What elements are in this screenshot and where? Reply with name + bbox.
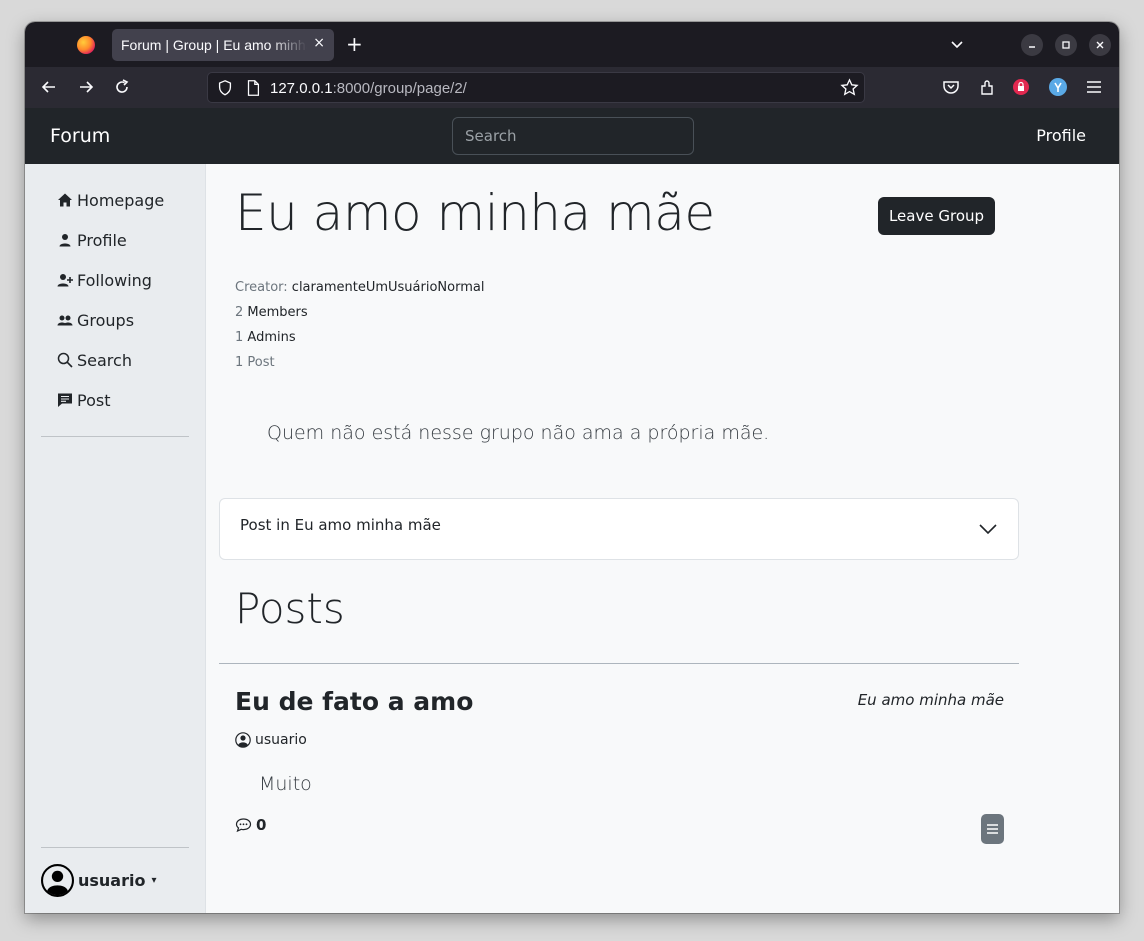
sidebar-item-groups[interactable]: Groups <box>57 308 134 332</box>
pocket-icon[interactable] <box>941 77 961 97</box>
web-page: Forum Profile Homepage Profile Following… <box>25 108 1119 913</box>
browser-toolbar: 127.0.0.1:8000/group/page/2/ <box>25 67 1119 108</box>
maximize-icon[interactable] <box>1055 34 1077 56</box>
lock-extension-icon[interactable] <box>1013 79 1029 95</box>
sidebar-item-search[interactable]: Search <box>57 348 132 372</box>
browser-tab[interactable]: Forum | Group | Eu amo minha mãe × <box>112 29 334 61</box>
chat-dots-icon <box>235 818 252 833</box>
leave-group-button[interactable]: Leave Group <box>878 197 995 235</box>
bookmark-star-icon[interactable] <box>840 78 859 97</box>
extensions-icon[interactable] <box>977 77 997 97</box>
tab-close-icon[interactable]: × <box>313 35 325 51</box>
main-content: Eu amo minha mãe Leave Group Creator: cl… <box>206 164 1119 913</box>
reload-icon[interactable] <box>112 77 132 97</box>
creator-link[interactable]: claramenteUmUsuárioNormal <box>292 280 485 295</box>
comment-count: 0 <box>256 816 267 834</box>
sidebar-divider <box>41 436 189 437</box>
group-title: Eu amo minha mãe <box>235 184 715 242</box>
browser-window: Forum | Group | Eu amo minha mãe × + 127… <box>25 22 1119 913</box>
group-admins[interactable]: 1 Admins <box>235 330 296 345</box>
group-description: Quem não está nesse grupo não ama a próp… <box>267 422 770 444</box>
chevron-down-icon <box>979 524 997 535</box>
accordion-label: Post in Eu amo minha mãe <box>240 516 441 534</box>
sidebar: Homepage Profile Following Groups Search… <box>25 164 206 913</box>
group-creator: Creator: claramenteUmUsuárioNormal <box>235 280 485 295</box>
sidebar-item-label: Search <box>77 350 132 370</box>
shield-icon[interactable] <box>216 79 234 97</box>
sidebar-item-following[interactable]: Following <box>57 268 152 292</box>
sidebar-item-profile[interactable]: Profile <box>57 228 127 252</box>
title-bar: Forum | Group | Eu amo minha mãe × + <box>25 22 1119 67</box>
posts-heading: Posts <box>235 584 345 633</box>
avatar <box>41 864 74 897</box>
page-icon <box>247 80 260 96</box>
url-text: 127.0.0.1:8000/group/page/2/ <box>270 80 467 97</box>
top-navbar: Forum Profile <box>25 108 1119 164</box>
search-icon <box>57 352 73 368</box>
minimize-icon[interactable] <box>1021 34 1043 56</box>
search-input[interactable] <box>452 117 694 155</box>
person-circle-icon <box>235 732 251 748</box>
new-tab-button[interactable]: + <box>346 32 363 56</box>
people-icon <box>57 315 73 326</box>
house-icon <box>58 193 72 207</box>
group-members[interactable]: 2 Members <box>235 305 308 320</box>
post-menu-button[interactable] <box>981 814 1004 844</box>
address-bar[interactable]: 127.0.0.1:8000/group/page/2/ <box>207 72 865 103</box>
posts-divider <box>219 663 1019 664</box>
sidebar-item-homepage[interactable]: Homepage <box>57 188 164 212</box>
sidebar-item-label: Groups <box>77 310 135 330</box>
back-arrow-icon[interactable] <box>39 77 59 97</box>
new-post-accordion[interactable]: Post in Eu amo minha mãe <box>219 498 1019 560</box>
post-body: Muito <box>259 773 312 795</box>
sidebar-divider <box>41 847 189 848</box>
sidebar-item-label: Profile <box>77 230 127 250</box>
person-plus-icon <box>57 274 73 287</box>
post-group-link[interactable]: Eu amo minha mãe <box>858 691 1004 709</box>
user-name: usuario <box>78 871 146 890</box>
tab-title: Forum | Group | Eu amo minha mãe <box>121 37 307 53</box>
post-comments[interactable]: 0 <box>235 816 266 834</box>
message-square-icon <box>58 393 72 407</box>
brand-link[interactable]: Forum <box>50 125 110 147</box>
sidebar-item-label: Post <box>77 390 111 410</box>
post-author-name: usuario <box>255 732 307 748</box>
forward-arrow-icon[interactable] <box>76 77 96 97</box>
list-icon <box>987 824 998 834</box>
person-icon <box>59 234 71 247</box>
sidebar-item-label: Following <box>77 270 152 290</box>
firefox-logo-icon <box>77 36 95 54</box>
post-author[interactable]: usuario <box>235 732 307 748</box>
caret-down-icon: ▾ <box>151 875 157 886</box>
list-all-tabs-icon[interactable] <box>947 34 967 54</box>
group-post-count: 1 Post <box>235 355 275 370</box>
hamburger-menu-icon[interactable] <box>1084 77 1104 97</box>
close-window-icon[interactable] <box>1089 34 1111 56</box>
sidebar-item-post[interactable]: Post <box>57 388 110 412</box>
post-title[interactable]: Eu de fato a amo <box>235 687 473 716</box>
user-dropdown[interactable]: usuario ▾ <box>41 864 157 897</box>
extension-icon[interactable] <box>1049 78 1067 96</box>
sidebar-item-label: Homepage <box>77 190 165 210</box>
nav-profile-link[interactable]: Profile <box>1036 126 1086 145</box>
